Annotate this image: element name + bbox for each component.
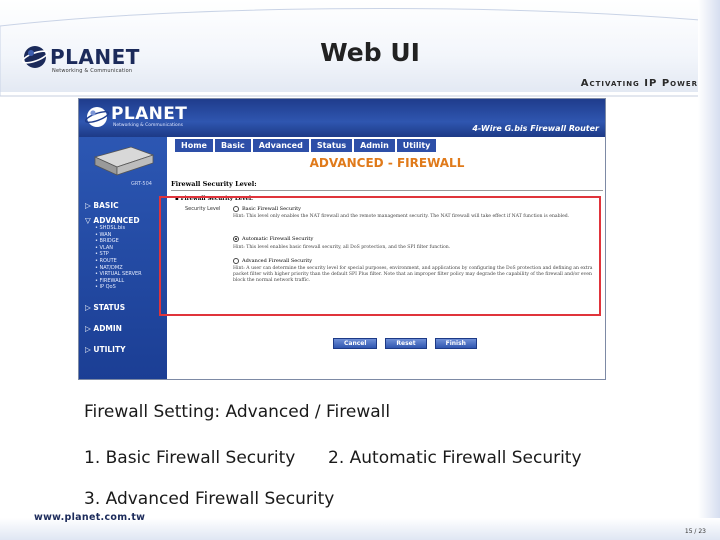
caption-automatic-firewall: 2. Automatic Firewall Security: [328, 448, 582, 468]
slide-right-edge: [698, 0, 720, 540]
sidebar-subitem-label: NAT/DMZ: [99, 264, 123, 271]
router-device-image: [93, 146, 155, 176]
router-logo-subtitle: Networking & Communications: [113, 123, 183, 128]
router-menu: ▷ BASIC ▽ ADVANCED • SHDSL.bis • WAN • B…: [85, 195, 165, 354]
sidebar-subitem-ip-qos[interactable]: • IP QoS: [95, 284, 165, 291]
reset-button[interactable]: Reset: [385, 338, 427, 349]
sidebar-item-admin[interactable]: ▷ ADMIN: [85, 324, 165, 333]
tab-status[interactable]: Status: [310, 139, 353, 152]
sidebar-subitem-bridge[interactable]: • BRIDGE: [95, 238, 165, 245]
router-screenshot: PLANET Networking & Communications 4-Wir…: [78, 98, 606, 380]
sidebar-subitem-label: WAN: [99, 231, 112, 238]
tab-utility[interactable]: Utility: [396, 139, 437, 152]
caption-advanced-firewall: 3. Advanced Firewall Security: [84, 489, 335, 509]
sidebar-item-basic[interactable]: ▷ BASIC: [85, 201, 165, 210]
sidebar-item-basic-label: BASIC: [93, 201, 119, 210]
router-logo-word: PLANET: [111, 104, 188, 124]
sidebar-subitem-label: ROUTE: [99, 257, 117, 264]
router-button-row: Cancel Reset Finish: [333, 338, 477, 349]
highlight-box: [159, 196, 601, 316]
sidebar-subitem-firewall[interactable]: • FIREWALL: [95, 278, 165, 285]
sidebar-subitem-label: BRIDGE: [99, 238, 119, 245]
sidebar-subitem-stp[interactable]: • STP: [95, 251, 165, 258]
router-nav-tabs: Home Basic Advanced Status Admin Utility: [175, 139, 437, 152]
sidebar-item-admin-label: ADMIN: [93, 323, 122, 333]
sidebar-item-advanced-label: ADVANCED: [93, 216, 140, 225]
sidebar-subitem-label: VLAN: [99, 244, 114, 251]
sidebar-item-status[interactable]: ▷ STATUS: [85, 303, 165, 312]
page-number: 15 / 23: [684, 528, 706, 535]
sidebar-subitem-shdsl[interactable]: • SHDSL.bis: [95, 225, 165, 232]
caption-firewall-setting: Firewall Setting: Advanced / Firewall: [84, 402, 391, 422]
sidebar-item-advanced[interactable]: ▽ ADVANCED: [85, 216, 165, 225]
sidebar-subitem-route[interactable]: • ROUTE: [95, 258, 165, 265]
sidebar-item-utility-label: UTILITY: [93, 344, 126, 354]
planet-logo-subtitle: Networking & Communication: [52, 68, 133, 74]
tab-home[interactable]: Home: [175, 139, 213, 152]
slide-title: Web UI: [320, 38, 420, 67]
sidebar-subitem-label: STP: [99, 251, 109, 258]
sidebar-item-status-label: STATUS: [93, 302, 126, 312]
tab-basic[interactable]: Basic: [214, 139, 251, 152]
tab-admin[interactable]: Admin: [354, 139, 395, 152]
router-sidebar: GRT-504 ▷ BASIC ▽ ADVANCED • SHDSL.bis •…: [79, 137, 167, 379]
router-product-name: 4-Wire G.bis Firewall Router: [472, 124, 599, 133]
sidebar-subitem-label: FIREWALL: [99, 277, 125, 284]
tab-advanced[interactable]: Advanced: [252, 139, 309, 152]
sidebar-subitem-label: SHDSL.bis: [99, 225, 126, 231]
sidebar-subitem-nat-dmz[interactable]: • NAT/DMZ: [95, 265, 165, 272]
router-section-title: ADVANCED - FIREWALL: [309, 156, 465, 170]
website-url: www.planet.com.tw: [34, 512, 146, 523]
sidebar-subitem-virtual-server[interactable]: • VIRTUAL SERVER: [95, 271, 165, 278]
sidebar-subitem-vlan[interactable]: • VLAN: [95, 245, 165, 252]
tagline: Activating IP Power: [580, 78, 698, 89]
sidebar-subitem-wan[interactable]: • WAN: [95, 232, 165, 239]
finish-button[interactable]: Finish: [434, 338, 477, 349]
router-globe-icon: [85, 107, 109, 127]
router-device-label: GRT-504: [131, 181, 152, 187]
sidebar-item-utility[interactable]: ▷ UTILITY: [85, 345, 165, 354]
router-header: PLANET Networking & Communications 4-Wir…: [79, 99, 605, 137]
caption-basic-firewall: 1. Basic Firewall Security: [84, 448, 296, 468]
router-divider: [171, 190, 603, 191]
sidebar-subitem-label: VIRTUAL SERVER: [99, 271, 142, 278]
cancel-button[interactable]: Cancel: [333, 338, 378, 349]
router-page-subtitle: Firewall Security Level:: [171, 180, 257, 188]
sidebar-subitem-label: IP QoS: [99, 284, 116, 291]
